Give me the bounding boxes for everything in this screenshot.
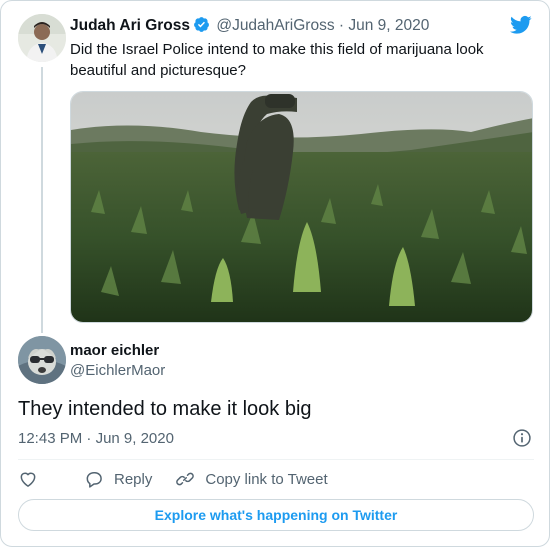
timestamp-separator: · xyxy=(86,430,92,447)
explore-twitter-button[interactable]: Explore what's happening on Twitter xyxy=(18,499,534,531)
reply-author-name[interactable]: maor eichler xyxy=(70,342,159,359)
twitter-bird-icon[interactable] xyxy=(510,15,532,35)
reply-author-avatar[interactable] xyxy=(18,336,66,384)
copy-link-label: Copy link to Tweet xyxy=(205,470,328,488)
parent-tweet-header: Judah Ari Gross @JudahAriGross · Jun 9, … xyxy=(70,16,429,35)
like-button[interactable] xyxy=(18,469,38,489)
header-separator: · xyxy=(338,17,345,34)
reply-bubble-icon xyxy=(86,472,102,488)
parent-author-handle[interactable]: @JudahAriGross xyxy=(216,17,334,34)
reply-button[interactable]: Reply xyxy=(84,469,152,489)
tweet-actions: Reply Copy link to Tweet xyxy=(18,468,351,490)
actions-divider xyxy=(18,459,534,460)
embedded-tweet-card: Judah Ari Gross @JudahAriGross · Jun 9, … xyxy=(0,0,550,547)
parent-tweet-text: Did the Israel Police intend to make thi… xyxy=(70,41,484,79)
tweet-time[interactable]: 12:43 PM xyxy=(18,430,82,447)
parent-tweet-date[interactable]: Jun 9, 2020 xyxy=(348,17,429,34)
link-icon xyxy=(176,472,195,486)
tweet-timestamp[interactable]: 12:43 PM · Jun 9, 2020 xyxy=(18,430,174,447)
verified-badge-icon xyxy=(194,17,209,32)
heart-icon xyxy=(20,472,36,487)
copy-link-button[interactable]: Copy link to Tweet xyxy=(175,469,328,489)
parent-author-name[interactable]: Judah Ari Gross xyxy=(70,17,190,34)
tweet-date[interactable]: Jun 9, 2020 xyxy=(96,430,174,447)
reply-label: Reply xyxy=(114,470,153,488)
reply-author-handle[interactable]: @EichlerMaor xyxy=(70,362,165,379)
tweet-photo[interactable] xyxy=(70,91,533,323)
thread-connector-line xyxy=(41,67,43,333)
reply-tweet-text: They intended to make it look big xyxy=(18,398,312,420)
parent-author-avatar[interactable] xyxy=(18,14,66,62)
info-icon[interactable] xyxy=(512,428,532,448)
